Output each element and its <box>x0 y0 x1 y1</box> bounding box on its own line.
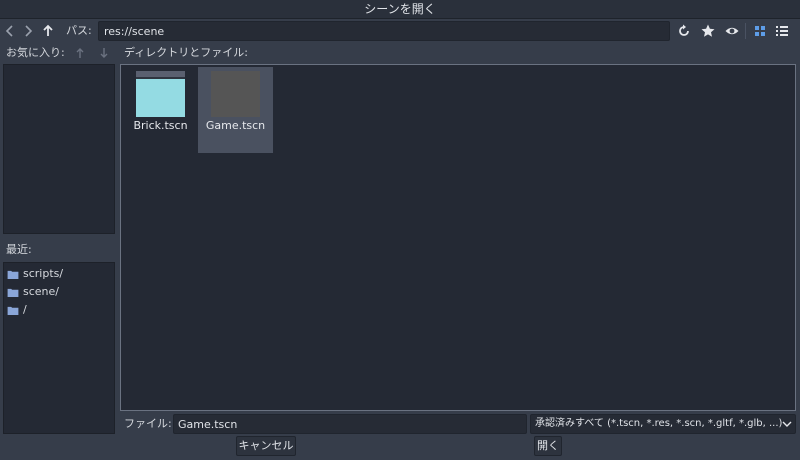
directory-label: ディレクトリとファイル: <box>124 46 248 59</box>
list-view-button[interactable] <box>774 23 790 39</box>
toggle-hidden-button[interactable] <box>724 23 740 39</box>
cancel-button[interactable]: キャンセル <box>236 436 296 456</box>
arrow-up-icon <box>76 48 84 58</box>
go-up-button[interactable] <box>40 22 56 40</box>
file-name: Brick.tscn <box>133 119 188 132</box>
favorite-move-down-button[interactable] <box>98 45 110 61</box>
file-item-game[interactable]: Game.tscn <box>198 67 273 153</box>
eye-icon <box>725 27 739 35</box>
favorites-label: お気に入り: <box>6 46 65 59</box>
toolbar: パス: <box>0 20 800 42</box>
scene-thumbnail-icon <box>211 71 260 117</box>
recent-item-label: / <box>23 303 27 316</box>
arrow-down-icon <box>100 48 108 58</box>
folder-icon <box>7 288 19 297</box>
recent-item-scripts[interactable]: scripts/ <box>4 265 114 283</box>
refresh-icon <box>679 24 689 36</box>
toolbar-separator <box>745 23 746 39</box>
path-input[interactable] <box>98 21 670 41</box>
chevron-down-icon <box>782 421 792 427</box>
folder-icon <box>7 270 19 279</box>
recent-item-root[interactable]: / <box>4 301 114 319</box>
chevron-right-icon <box>25 25 33 37</box>
favorites-header: お気に入り: <box>6 45 116 61</box>
grid-view-button[interactable] <box>752 23 768 39</box>
recent-label: 最近: <box>6 243 32 256</box>
recent-item-label: scene/ <box>23 285 59 298</box>
window-title: シーンを開く <box>0 0 800 19</box>
file-name: Game.tscn <box>205 119 266 132</box>
open-button[interactable]: 開く <box>534 436 562 456</box>
forward-button[interactable] <box>20 22 36 40</box>
list-icon <box>776 26 788 36</box>
filter-value: 承認済みすべて (*.tscn, *.res, *.scn, *.gltf, *… <box>535 418 783 429</box>
file-grid[interactable]: Brick.tscn Game.tscn <box>120 64 796 411</box>
recent-list[interactable]: scripts/ scene/ / <box>3 262 115 434</box>
folder-icon <box>7 306 19 315</box>
favorite-move-up-button[interactable] <box>74 45 86 61</box>
favorites-list[interactable] <box>3 64 115 234</box>
file-filter-select[interactable]: 承認済みすべて (*.tscn, *.res, *.scn, *.gltf, *… <box>530 414 796 434</box>
favorite-toggle-button[interactable] <box>700 23 716 39</box>
file-item-brick[interactable]: Brick.tscn <box>123 67 198 153</box>
file-name-input[interactable] <box>173 414 527 434</box>
back-button[interactable] <box>2 22 18 40</box>
recent-item-label: scripts/ <box>23 267 64 280</box>
chevron-left-icon <box>5 25 13 37</box>
grid-icon <box>755 26 765 36</box>
scene-thumbnail-icon <box>136 71 185 117</box>
file-label: ファイル: <box>124 417 172 430</box>
arrow-up-icon <box>43 24 53 36</box>
recent-item-scene[interactable]: scene/ <box>4 283 114 301</box>
path-label: パス: <box>66 24 92 37</box>
refresh-button[interactable] <box>676 23 692 39</box>
star-icon <box>701 24 715 37</box>
